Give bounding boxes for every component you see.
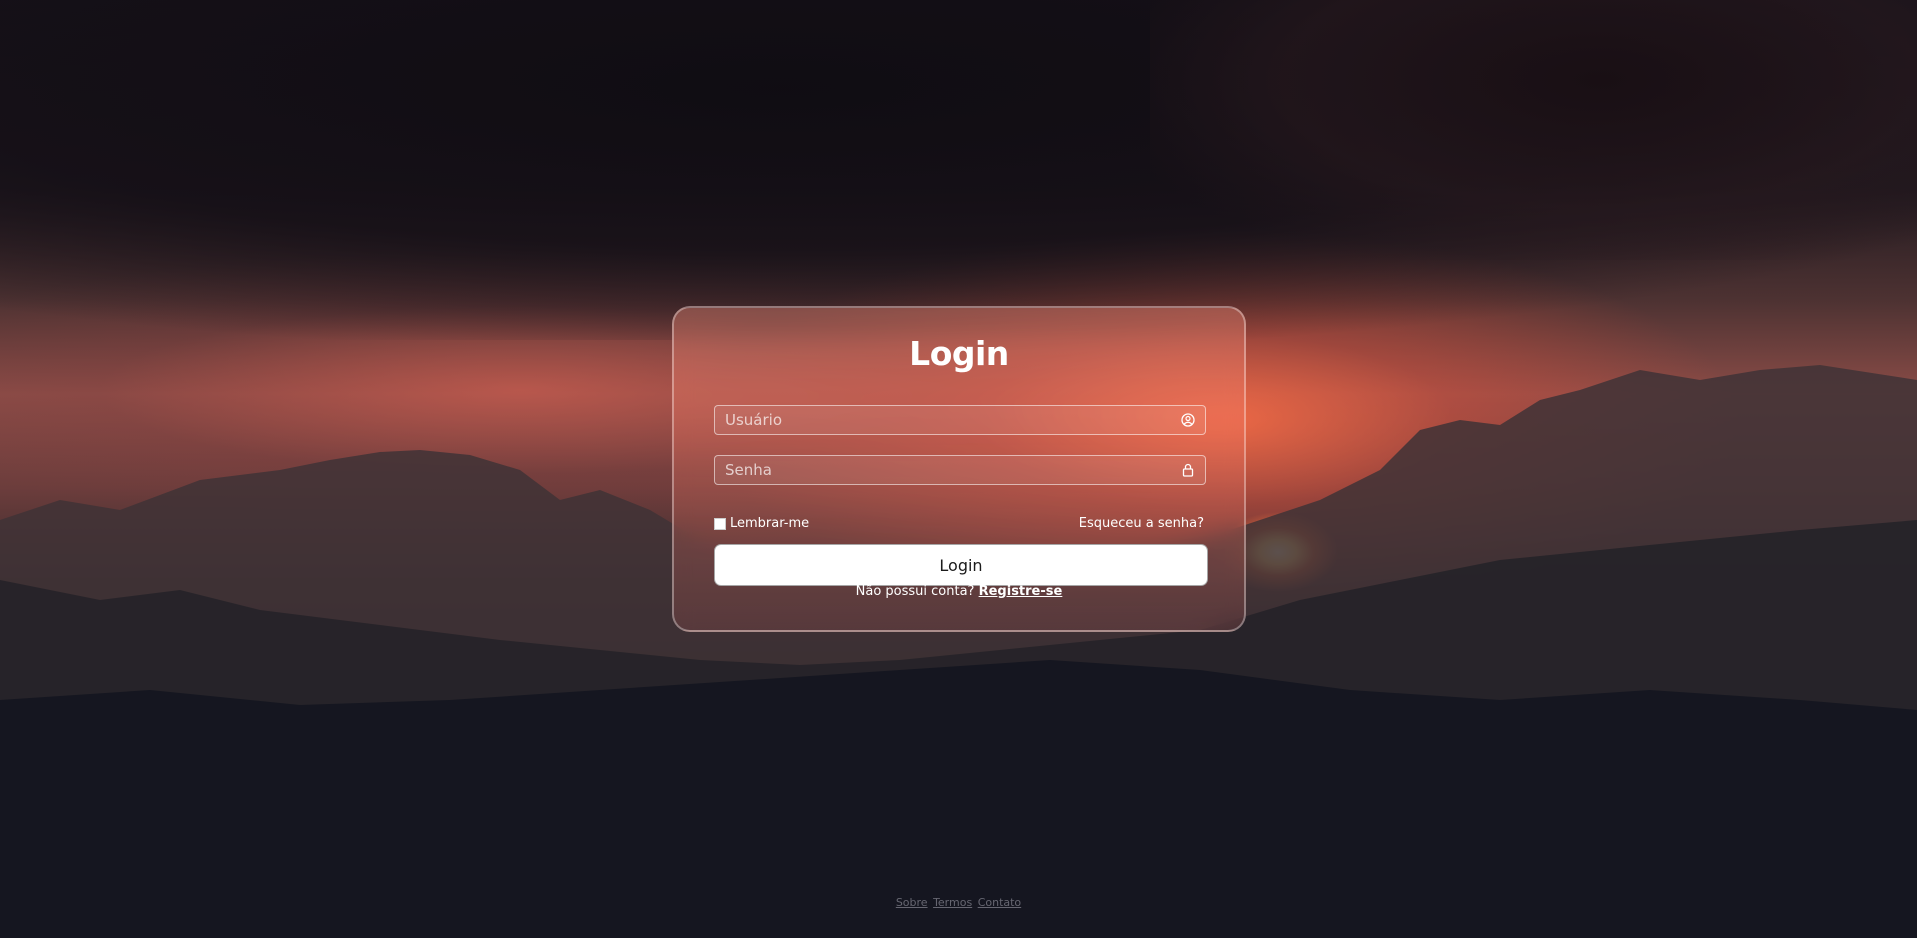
footer-link-termos[interactable]: Termos [933, 896, 972, 909]
register-link[interactable]: Registre-se [979, 584, 1063, 599]
login-title: Login [909, 334, 1009, 373]
username-input[interactable] [715, 406, 1165, 434]
password-input[interactable] [715, 456, 1165, 484]
lock-icon [1182, 463, 1194, 477]
forgot-password-link[interactable]: Esqueceu a senha? [1079, 516, 1204, 531]
login-card: Login Lembrar-me Esqueceu a senha? Login… [672, 306, 1246, 632]
register-prompt: Não possui conta? Registre-se [674, 584, 1244, 599]
username-field[interactable] [714, 405, 1206, 435]
no-account-text: Não possui conta? [855, 584, 975, 599]
footer-link-contato[interactable]: Contato [978, 896, 1021, 909]
remember-me-checkbox[interactable] [714, 517, 726, 530]
remember-me-label: Lembrar-me [730, 516, 810, 531]
footer-link-sobre[interactable]: Sobre [896, 896, 928, 909]
footer-links: Sobre Termos Contato [0, 896, 1917, 909]
password-field[interactable] [714, 455, 1206, 485]
user-circle-icon [1181, 413, 1195, 427]
remember-me[interactable]: Lembrar-me [714, 516, 809, 531]
login-button[interactable]: Login [714, 544, 1208, 586]
